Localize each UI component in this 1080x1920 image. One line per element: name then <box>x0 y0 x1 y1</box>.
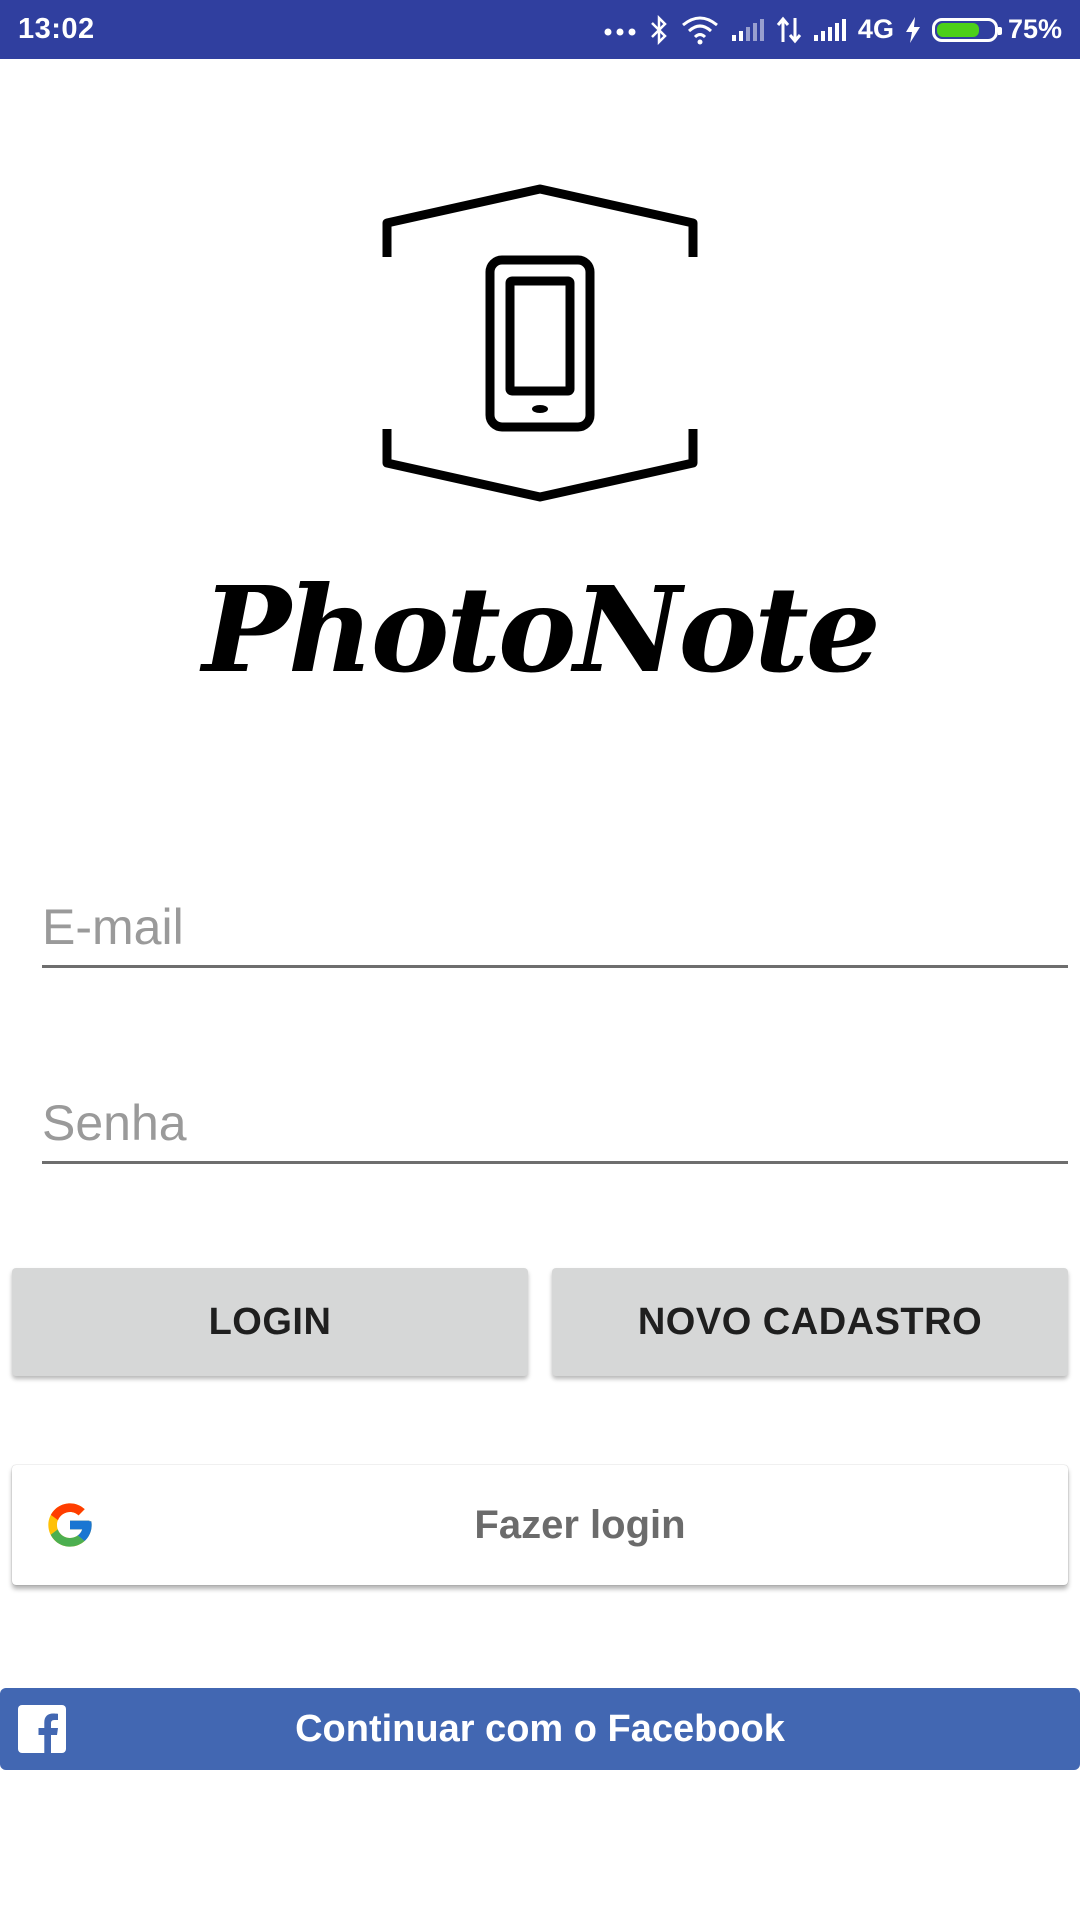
battery-icon <box>931 17 1002 42</box>
data-transfer-icon <box>776 16 802 44</box>
wifi-icon <box>680 15 720 45</box>
smartphone-frame-logo-icon <box>382 184 698 502</box>
app-logo <box>0 180 1080 520</box>
google-icon <box>48 1503 92 1547</box>
password-field[interactable] <box>42 1084 1068 1164</box>
battery-level <box>936 22 979 37</box>
status-bar: 13:02 4G 75% <box>0 0 1080 59</box>
google-signin-label: Fazer login <box>474 1502 686 1547</box>
signal-icon <box>730 17 766 43</box>
signal-icon <box>812 17 848 43</box>
more-dots-icon <box>602 24 638 36</box>
charging-icon <box>904 16 922 44</box>
bluetooth-icon <box>648 14 670 45</box>
facebook-login-label: Continuar com o Facebook <box>295 1707 785 1750</box>
facebook-login-button[interactable]: Continuar com o Facebook <box>0 1688 1080 1770</box>
battery-percent: 75% <box>1007 14 1062 44</box>
password-input[interactable] <box>42 1084 1068 1161</box>
status-time: 13:02 <box>18 13 95 45</box>
signup-button[interactable]: NOVO CADASTRO <box>552 1268 1068 1376</box>
network-type: 4G <box>857 14 894 44</box>
facebook-icon <box>18 1705 66 1753</box>
email-field[interactable] <box>42 888 1068 968</box>
login-button[interactable]: LOGIN <box>12 1268 528 1376</box>
google-signin-button[interactable]: Fazer login <box>12 1465 1068 1585</box>
email-input[interactable] <box>42 888 1068 965</box>
status-icons: 4G 75% <box>602 14 1062 45</box>
brand-name: PhotoNote <box>202 560 881 699</box>
